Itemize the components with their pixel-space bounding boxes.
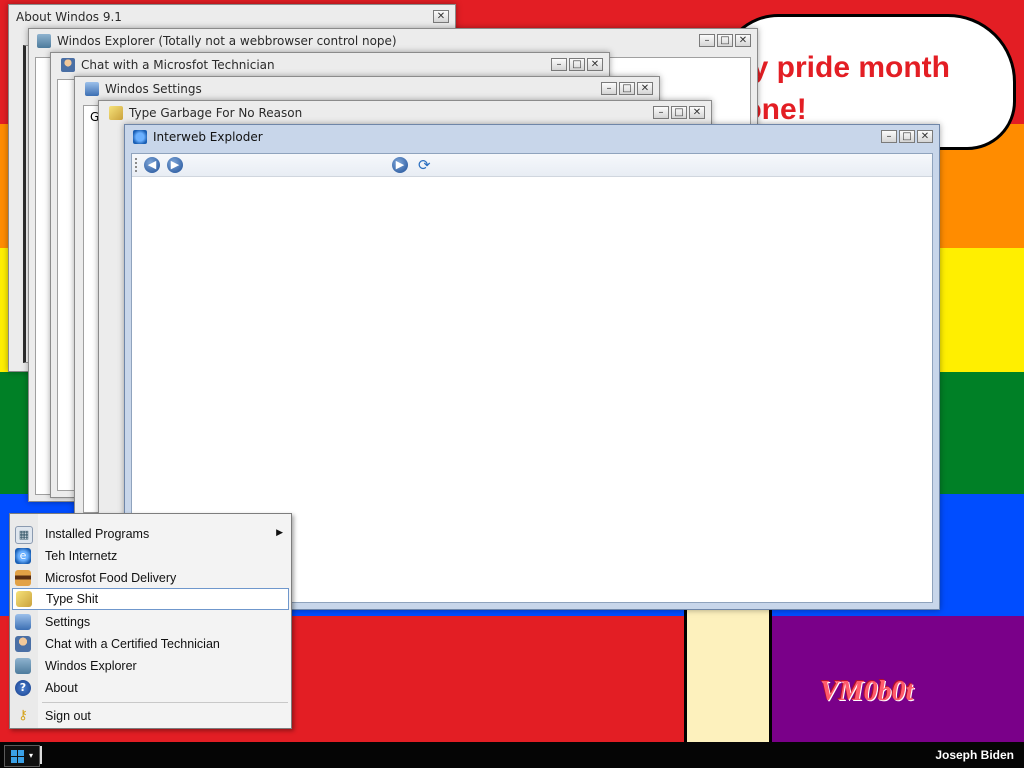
settings-title: Windos Settings bbox=[105, 82, 202, 96]
watermark-logo: VM0b0t bbox=[820, 676, 914, 707]
about-titlebar[interactable]: About Windos 9.1 ✕ bbox=[9, 5, 455, 29]
maximize-button[interactable]: □ bbox=[569, 58, 585, 71]
programs-icon: ▦ bbox=[15, 526, 33, 544]
speech-bubble-text: ppy pride month ryone! bbox=[720, 51, 950, 126]
minimize-button[interactable]: – bbox=[699, 34, 715, 47]
minimize-button[interactable]: – bbox=[601, 82, 617, 95]
minimize-button[interactable]: – bbox=[551, 58, 567, 71]
refresh-icon[interactable]: ⟳ bbox=[418, 156, 431, 174]
settings-icon bbox=[85, 82, 99, 96]
explorer-titlebar[interactable]: Windos Explorer (Totally not a webbrowse… bbox=[29, 29, 757, 53]
start-menu[interactable]: ▦ Installed Programs ▶ e Teh Internetz M… bbox=[9, 513, 292, 729]
close-button[interactable]: ✕ bbox=[433, 10, 449, 23]
menu-item-about[interactable]: ? About bbox=[12, 678, 289, 698]
browser-toolbar: ◀ ▶ ▶ ⟳ bbox=[132, 154, 932, 177]
menu-item-windos-explorer[interactable]: Windos Explorer bbox=[12, 656, 289, 676]
submenu-arrow-icon: ▶ bbox=[276, 528, 283, 538]
explorer-icon bbox=[15, 658, 31, 674]
menu-separator bbox=[42, 702, 288, 703]
interweb-titlebar[interactable]: Interweb Exploder – □ ✕ bbox=[125, 125, 939, 149]
minimize-button[interactable]: – bbox=[881, 130, 897, 143]
close-button[interactable]: ✕ bbox=[689, 106, 705, 119]
maximize-button[interactable]: □ bbox=[619, 82, 635, 95]
back-button[interactable]: ◀ bbox=[144, 157, 160, 173]
menu-item-type-shit[interactable]: Type Shit bbox=[12, 588, 289, 610]
type-garbage-titlebar[interactable]: Type Garbage For No Reason – □ ✕ bbox=[99, 101, 711, 125]
chat-titlebar[interactable]: Chat with a Microsfot Technician – □ ✕ bbox=[51, 53, 609, 77]
maximize-button[interactable]: □ bbox=[899, 130, 915, 143]
user-name[interactable]: Joseph Biden bbox=[935, 748, 1014, 762]
cartoon-figure bbox=[684, 605, 772, 742]
settings-icon bbox=[15, 614, 31, 630]
start-button[interactable]: ▾ bbox=[4, 745, 40, 767]
windows-logo-icon bbox=[11, 750, 24, 763]
close-button[interactable]: ✕ bbox=[587, 58, 603, 71]
interweb-title: Interweb Exploder bbox=[153, 130, 263, 144]
notepad-icon bbox=[16, 591, 32, 607]
notepad-icon bbox=[109, 106, 123, 120]
internet-explorer-icon: e bbox=[15, 548, 31, 564]
burger-icon bbox=[15, 570, 31, 586]
toolbar-grip[interactable] bbox=[135, 158, 139, 172]
close-button[interactable]: ✕ bbox=[735, 34, 751, 47]
minimize-button[interactable]: – bbox=[653, 106, 669, 119]
settings-titlebar[interactable]: Windos Settings – □ ✕ bbox=[75, 77, 659, 101]
explorer-icon bbox=[37, 34, 51, 48]
desktop: ppy pride month ryone! VM0b0t About Wind… bbox=[0, 0, 1024, 742]
technician-icon bbox=[15, 636, 31, 652]
about-title: About Windos 9.1 bbox=[16, 10, 122, 24]
maximize-button[interactable]: □ bbox=[717, 34, 733, 47]
key-icon: ⚷ bbox=[18, 708, 28, 723]
taskbar-separator bbox=[40, 746, 42, 764]
menu-item-sign-out[interactable]: ⚷ Sign out bbox=[12, 706, 289, 726]
close-button[interactable]: ✕ bbox=[917, 130, 933, 143]
type-garbage-title: Type Garbage For No Reason bbox=[129, 106, 303, 120]
menu-item-settings[interactable]: Settings bbox=[12, 612, 289, 632]
explorer-title: Windos Explorer (Totally not a webbrowse… bbox=[57, 34, 397, 48]
close-button[interactable]: ✕ bbox=[637, 82, 653, 95]
menu-item-teh-internetz[interactable]: e Teh Internetz bbox=[12, 546, 289, 566]
menu-item-installed-programs[interactable]: ▦ Installed Programs ▶ bbox=[12, 524, 289, 544]
internet-explorer-icon bbox=[133, 130, 147, 144]
help-icon: ? bbox=[15, 680, 31, 696]
go-button[interactable]: ▶ bbox=[392, 157, 408, 173]
menu-item-food-delivery[interactable]: Microsfot Food Delivery bbox=[12, 568, 289, 588]
chevron-down-icon: ▾ bbox=[29, 751, 34, 760]
forward-button[interactable]: ▶ bbox=[167, 157, 183, 173]
menu-item-chat-technician[interactable]: Chat with a Certified Technician bbox=[12, 634, 289, 654]
taskbar: ▾ Joseph Biden bbox=[0, 742, 1024, 768]
maximize-button[interactable]: □ bbox=[671, 106, 687, 119]
technician-icon bbox=[61, 58, 75, 72]
chat-title: Chat with a Microsfot Technician bbox=[81, 58, 275, 72]
